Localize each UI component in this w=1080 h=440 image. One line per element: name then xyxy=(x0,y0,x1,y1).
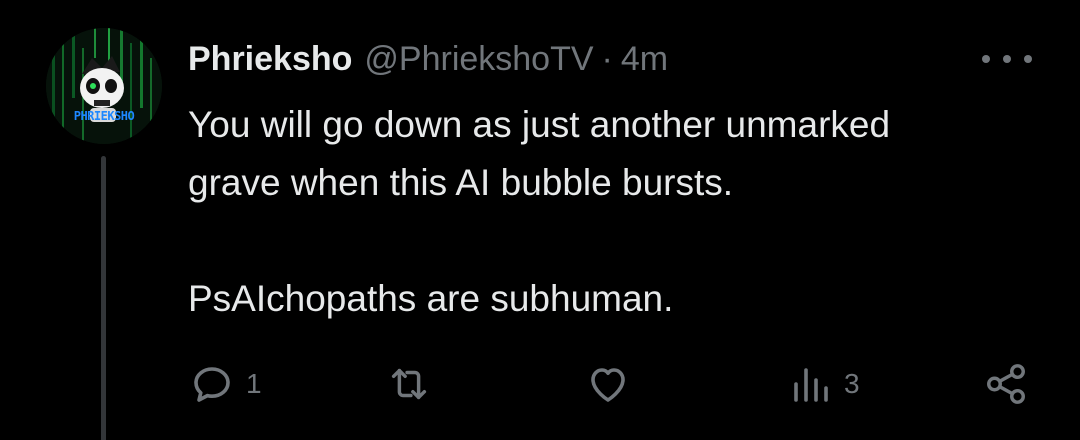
avatar-image: PHRIEKSHO xyxy=(46,28,162,144)
author-display-name[interactable]: Phrieksho xyxy=(188,40,352,79)
tweet-text-line: You will go down as just another unmarke… xyxy=(188,104,891,145)
tweet-timestamp[interactable]: 4m xyxy=(621,40,668,79)
separator-dot: · xyxy=(601,39,613,78)
like-button[interactable] xyxy=(584,356,632,412)
reply-button[interactable]: 1 xyxy=(188,356,262,412)
thread-line xyxy=(101,156,106,440)
tweet: PHRIEKSHO Phrieksho @PhriekshoTV · 4m Yo… xyxy=(0,0,1080,440)
svg-text:PHRIEKSHO: PHRIEKSHO xyxy=(74,109,135,123)
author-handle[interactable]: @PhriekshoTV xyxy=(364,40,593,79)
views-count: 3 xyxy=(844,368,860,399)
share-icon xyxy=(987,364,1025,404)
more-dot-icon xyxy=(1003,55,1011,63)
tweet-text: You will go down as just another unmarke… xyxy=(188,96,1048,328)
avatar[interactable]: PHRIEKSHO xyxy=(46,28,162,144)
action-bar: 1 3 xyxy=(188,356,1033,412)
tweet-header: Phrieksho @PhriekshoTV · 4m xyxy=(188,34,668,84)
views-button[interactable]: 3 xyxy=(786,356,860,412)
tweet-text-paragraph: PsAIchopaths are subhuman. xyxy=(188,278,674,319)
views-icon xyxy=(794,368,828,402)
reply-icon xyxy=(194,367,230,402)
retweet-icon xyxy=(391,368,427,400)
retweet-button[interactable] xyxy=(384,356,434,412)
share-button[interactable] xyxy=(983,356,1029,412)
reply-count: 1 xyxy=(246,368,262,399)
tweet-text-line: grave when this AI bubble bursts. xyxy=(188,162,734,203)
more-dot-icon xyxy=(982,55,990,63)
heart-icon xyxy=(591,368,625,402)
more-options-button[interactable] xyxy=(982,44,1032,74)
more-dot-icon xyxy=(1024,55,1032,63)
